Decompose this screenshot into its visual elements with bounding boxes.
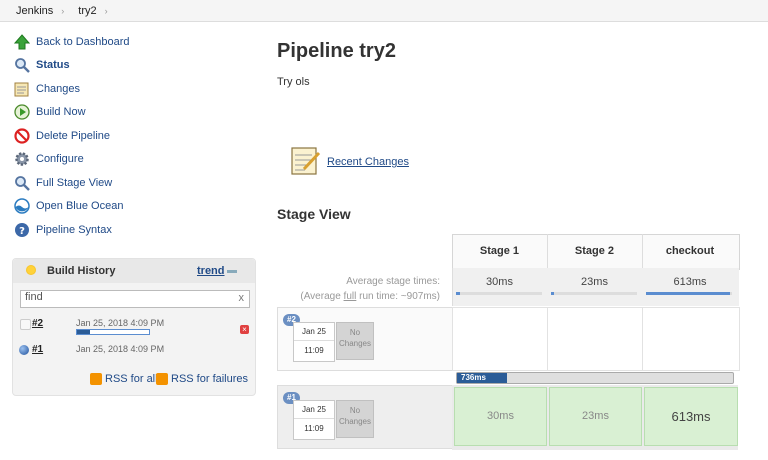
- build-date-time: 11:09: [304, 424, 324, 433]
- magnifier-icon: [14, 57, 30, 73]
- breadcrumb-chevron-icon[interactable]: ›: [103, 6, 122, 16]
- gear-icon: [14, 151, 30, 167]
- build-progress-bar: [76, 329, 150, 335]
- build-progress-label: 736ms: [457, 373, 507, 383]
- help-icon: ?: [14, 222, 30, 238]
- avg-stage-times-label: Average stage times:: [346, 276, 440, 287]
- stage-cell-1-1[interactable]: 30ms: [454, 387, 547, 446]
- breadcrumb-try2[interactable]: try2: [78, 5, 102, 17]
- avg-time-1: 30ms: [486, 276, 513, 288]
- svg-text:?: ?: [19, 226, 25, 237]
- avg-bar-1: [456, 292, 542, 295]
- build-status-blue-icon: [19, 345, 29, 355]
- build-date-time: 11:09: [304, 346, 324, 355]
- rss-icon: [90, 373, 102, 385]
- sidebar-item-label: Configure: [36, 153, 84, 165]
- build-link-2[interactable]: #2: [32, 318, 43, 329]
- stage-cell-2-3[interactable]: [642, 307, 740, 371]
- sidebar-item-pipeline-syntax[interactable]: ? Pipeline Syntax: [14, 220, 112, 240]
- stage-cell-2-1[interactable]: [452, 307, 549, 371]
- pipeline-description: Try ols: [277, 76, 310, 88]
- notepad-pencil-icon: [290, 145, 321, 175]
- trend-minus-icon[interactable]: [227, 270, 237, 273]
- build-search-input[interactable]: find x: [20, 290, 250, 308]
- stage-cell-1-3[interactable]: 613ms: [644, 387, 738, 446]
- build-history-title: Build History: [47, 265, 116, 277]
- weather-sun-icon: [26, 265, 36, 275]
- no-changes-box-2[interactable]: No Changes: [336, 322, 374, 360]
- sidebar-item-label: Build Now: [36, 106, 86, 118]
- build-date-day: Jan 25: [301, 405, 327, 414]
- date-divider: [294, 418, 334, 419]
- rss-icon: [156, 373, 168, 385]
- sidebar-item-delete-pipeline[interactable]: Delete Pipeline: [14, 126, 110, 146]
- stage-cell-2-2[interactable]: [547, 307, 644, 371]
- breadcrumb-jenkins[interactable]: Jenkins: [0, 5, 59, 17]
- trend-link[interactable]: trend: [197, 265, 225, 277]
- build-progress-fill: [77, 330, 90, 334]
- no-entry-icon: [14, 128, 30, 144]
- sidebar-item-label: Pipeline Syntax: [36, 224, 112, 236]
- blue-ocean-icon: [14, 198, 30, 214]
- cancel-build-icon[interactable]: ×: [240, 325, 249, 334]
- clear-search-icon[interactable]: x: [239, 292, 245, 304]
- build-date-1: Jan 25, 2018 4:09 PM: [76, 344, 165, 354]
- avg-time-2: 23ms: [581, 276, 608, 288]
- build-date-card-2: Jan 25 11:09: [293, 322, 335, 362]
- build-date-day: Jan 25: [301, 327, 327, 336]
- build-date-card-1: Jan 25 11:09: [293, 400, 335, 440]
- avg-bar-2: [551, 292, 637, 295]
- stage-cell-1-2[interactable]: 23ms: [549, 387, 642, 446]
- avg-time-3: 613ms: [673, 276, 707, 288]
- build-history-header: Build History trend: [13, 259, 255, 283]
- avg-bar-fill-1: [456, 292, 460, 295]
- avg-bar-fill-3: [646, 292, 730, 295]
- rss-all-label: RSS for all: [105, 373, 158, 385]
- sidebar-item-back-to-dashboard[interactable]: Back to Dashboard: [13, 32, 130, 52]
- notepad-icon: [14, 81, 30, 97]
- sidebar-item-label: Delete Pipeline: [36, 130, 110, 142]
- sidebar-item-label: Status: [36, 59, 70, 71]
- rss-failures-label: RSS for failures: [171, 373, 249, 385]
- sidebar-item-label: Changes: [36, 83, 81, 95]
- sidebar-item-configure[interactable]: Configure: [14, 149, 84, 169]
- page-title: Pipeline try2: [277, 40, 396, 62]
- stage-view-title: Stage View: [277, 206, 351, 222]
- sidebar-item-build-now[interactable]: Build Now: [14, 102, 86, 122]
- sidebar-item-status[interactable]: Status: [14, 55, 70, 75]
- build-progress-bar-stage: 736ms: [456, 372, 734, 384]
- rss-all-link[interactable]: RSS for all: [90, 373, 158, 385]
- stage-name-3: checkout: [665, 245, 715, 257]
- clock-play-icon: [14, 104, 30, 120]
- build-search-placeholder: find: [25, 291, 43, 303]
- build-date-2: Jan 25, 2018 4:09 PM: [76, 318, 165, 328]
- sidebar-item-label: Open Blue Ocean: [36, 200, 124, 212]
- build-status-icon: [20, 319, 31, 330]
- sidebar-item-label: Full Stage View: [36, 177, 113, 189]
- up-arrow-icon: [13, 34, 31, 50]
- date-divider: [294, 340, 334, 341]
- sidebar-item-changes[interactable]: Changes: [14, 79, 80, 99]
- breadcrumb-chevron-icon[interactable]: ›: [59, 6, 78, 16]
- breadcrumb: Jenkins › try2 ›: [0, 0, 768, 22]
- avg-full-run-label: (Average full run time: ~907ms): [300, 291, 440, 302]
- avg-bar-fill-2: [551, 292, 554, 295]
- recent-changes-link[interactable]: Recent Changes: [327, 156, 409, 168]
- stage-name-2: Stage 2: [574, 245, 615, 257]
- rss-failures-link[interactable]: RSS for failures: [156, 373, 248, 385]
- build-link-1[interactable]: #1: [32, 344, 43, 355]
- sidebar-item-label: Back to Dashboard: [36, 36, 130, 48]
- stage-name-1: Stage 1: [479, 245, 520, 257]
- sidebar-item-full-stage-view[interactable]: Full Stage View: [14, 173, 112, 193]
- no-changes-box-1[interactable]: No Changes: [336, 400, 374, 438]
- sidebar-item-open-blue-ocean[interactable]: Open Blue Ocean: [14, 196, 123, 216]
- magnifier-icon: [14, 175, 30, 191]
